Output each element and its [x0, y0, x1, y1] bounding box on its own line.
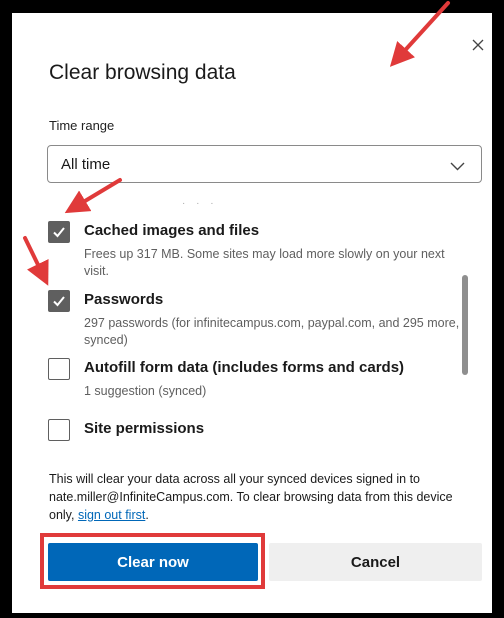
item-title: Autofill form data (includes forms and c…: [84, 359, 405, 376]
dialog-title: Clear browsing data: [49, 61, 236, 84]
sign-out-link[interactable]: sign out first: [78, 508, 145, 522]
time-range-label: Time range: [49, 118, 115, 133]
checkbox-autofill[interactable]: [48, 358, 70, 380]
clear-browsing-data-dialog: Clear browsing data Time range All time …: [12, 13, 492, 613]
checkbox-passwords[interactable]: [48, 290, 70, 312]
checkbox-site-permissions[interactable]: [48, 419, 70, 441]
item-description: 1 suggestion (synced): [84, 384, 207, 398]
item-title: Site permissions: [84, 420, 205, 437]
checkmark-icon: [53, 296, 65, 307]
data-types-list: · · · Cached images and files Frees up 3…: [12, 191, 492, 459]
time-range-select[interactable]: All time: [47, 145, 482, 183]
checkmark-icon: [53, 227, 65, 238]
item-title: Cached images and files: [84, 222, 260, 239]
chevron-down-icon: [450, 158, 465, 176]
time-range-value: All time: [61, 156, 111, 173]
sync-note: This will clear your data across all you…: [49, 470, 477, 524]
close-icon[interactable]: [467, 35, 489, 57]
sync-note-suffix: .: [145, 508, 149, 522]
cancel-button[interactable]: Cancel: [269, 543, 482, 581]
scrollbar-thumb[interactable]: [462, 275, 468, 375]
item-description: 297 passwords (for infinitecampus.com, p…: [84, 316, 460, 347]
item-description: Frees up 317 MB. Some sites may load mor…: [84, 247, 445, 278]
checkbox-cached-images[interactable]: [48, 221, 70, 243]
clear-now-button[interactable]: Clear now: [48, 543, 258, 581]
item-title: Passwords: [84, 291, 164, 308]
